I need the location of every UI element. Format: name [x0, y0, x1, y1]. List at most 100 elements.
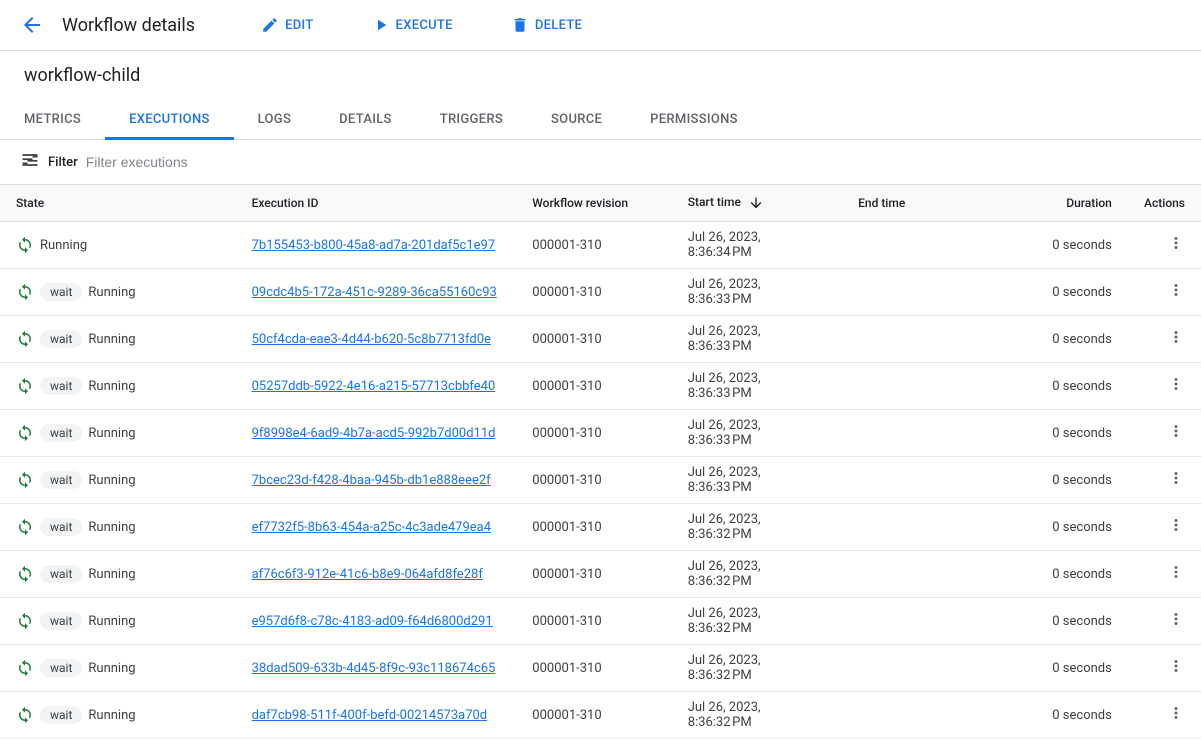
execution-link[interactable]: ef7732f5-8b63-454a-a25c-4c3ade479ea4	[252, 520, 491, 535]
revision-cell: 000001-310	[516, 551, 671, 598]
table-row: waitRunningaf76c6f3-912e-41c6-b8e9-064af…	[0, 551, 1201, 598]
running-icon	[16, 236, 34, 254]
back-button[interactable]	[20, 13, 44, 37]
start-time-cell: Jul 26, 2023, 8:36:33 PM	[672, 316, 842, 363]
revision-cell: 000001-310	[516, 457, 671, 504]
col-header-end[interactable]: End time	[842, 185, 997, 222]
state-text: Running	[88, 332, 135, 347]
running-icon	[16, 471, 34, 489]
duration-cell: 0 seconds	[998, 645, 1128, 692]
execution-link[interactable]: 05257ddb-5922-4e16-a215-57713cbbfe40	[252, 379, 496, 394]
revision-cell: 000001-310	[516, 598, 671, 645]
col-header-execution-id[interactable]: Execution ID	[236, 185, 517, 222]
execution-link[interactable]: 9f8998e4-6ad9-4b7a-acd5-992b7d00d11d	[252, 426, 496, 441]
revision-cell: 000001-310	[516, 222, 671, 269]
start-time-cell: Jul 26, 2023, 8:36:33 PM	[672, 363, 842, 410]
edit-button[interactable]: EDIT	[253, 12, 321, 38]
more-actions-button[interactable]	[1167, 610, 1185, 628]
duration-cell: 0 seconds	[998, 410, 1128, 457]
duration-cell: 0 seconds	[998, 269, 1128, 316]
start-time-cell: Jul 26, 2023, 8:36:33 PM	[672, 410, 842, 457]
running-icon	[16, 518, 34, 536]
end-time-cell	[842, 363, 997, 410]
more-actions-button[interactable]	[1167, 422, 1185, 440]
more-actions-button[interactable]	[1167, 516, 1185, 534]
state-text: Running	[88, 567, 135, 582]
more-actions-button[interactable]	[1167, 469, 1185, 487]
revision-cell: 000001-310	[516, 316, 671, 363]
revision-cell: 000001-310	[516, 504, 671, 551]
execution-link[interactable]: 7b155453-b800-45a8-ad7a-201daf5c1e97	[252, 238, 496, 253]
play-icon	[372, 16, 390, 34]
execute-label: EXECUTE	[396, 18, 453, 33]
tab-triggers[interactable]: TRIGGERS	[416, 100, 527, 139]
col-header-actions: Actions	[1128, 185, 1201, 222]
tab-details[interactable]: DETAILS	[315, 100, 416, 139]
execution-link[interactable]: 38dad509-633b-4d45-8f9c-93c118674c65	[252, 661, 496, 676]
table-row: waitRunning05257ddb-5922-4e16-a215-57713…	[0, 363, 1201, 410]
wait-chip: wait	[40, 706, 82, 724]
workflow-name: workflow-child	[0, 51, 1201, 100]
revision-cell: 000001-310	[516, 363, 671, 410]
col-header-revision[interactable]: Workflow revision	[516, 185, 671, 222]
end-time-cell	[842, 645, 997, 692]
delete-button[interactable]: DELETE	[503, 12, 590, 38]
page-title: Workflow details	[62, 15, 195, 36]
col-header-duration[interactable]: Duration	[998, 185, 1128, 222]
start-time-cell: Jul 26, 2023, 8:36:32 PM	[672, 598, 842, 645]
execution-link[interactable]: 09cdc4b5-172a-451c-9289-36ca55160c93	[252, 285, 497, 300]
execution-link[interactable]: 7bcec23d-f428-4baa-945b-db1e888eee2f	[252, 473, 491, 488]
wait-chip: wait	[40, 424, 82, 442]
running-icon	[16, 612, 34, 630]
execution-link[interactable]: e957d6f8-c78c-4183-ad09-f64d6800d291	[252, 614, 493, 629]
start-time-cell: Jul 26, 2023, 8:36:32 PM	[672, 551, 842, 598]
table-row: waitRunningef7732f5-8b63-454a-a25c-4c3ad…	[0, 504, 1201, 551]
more-actions-button[interactable]	[1167, 281, 1185, 299]
tab-executions[interactable]: EXECUTIONS	[105, 100, 234, 139]
filter-icon[interactable]	[20, 150, 40, 174]
tabs: METRICSEXECUTIONSLOGSDETAILSTRIGGERSSOUR…	[0, 100, 1201, 140]
duration-cell: 0 seconds	[998, 598, 1128, 645]
more-actions-button[interactable]	[1167, 563, 1185, 581]
state-text: Running	[88, 473, 135, 488]
col-header-start[interactable]: Start time	[672, 185, 842, 222]
execution-link[interactable]: 50cf4cda-eae3-4d44-b620-5c8b7713fd0e	[252, 332, 491, 347]
table-row: waitRunning50cf4cda-eae3-4d44-b620-5c8b7…	[0, 316, 1201, 363]
table-row: waitRunning9f8998e4-6ad9-4b7a-acd5-992b7…	[0, 410, 1201, 457]
running-icon	[16, 424, 34, 442]
state-text: Running	[88, 285, 135, 300]
state-text: Running	[88, 708, 135, 723]
more-actions-button[interactable]	[1167, 375, 1185, 393]
wait-chip: wait	[40, 377, 82, 395]
col-header-state[interactable]: State	[0, 185, 236, 222]
end-time-cell	[842, 269, 997, 316]
wait-chip: wait	[40, 283, 82, 301]
tab-metrics[interactable]: METRICS	[0, 100, 105, 139]
state-text: Running	[88, 661, 135, 676]
state-text: Running	[40, 238, 87, 253]
table-row: wait Running 09cdc4b5-172a-451c-9289-36ca5…	[0, 269, 1201, 316]
execution-link[interactable]: daf7cb98-511f-400f-befd-00214573a70d	[252, 708, 488, 723]
running-icon	[16, 565, 34, 583]
filter-label: Filter	[48, 155, 78, 170]
duration-cell: 0 seconds	[998, 457, 1128, 504]
more-actions-button[interactable]	[1167, 234, 1185, 252]
delete-icon	[511, 16, 529, 34]
execute-button[interactable]: EXECUTE	[364, 12, 461, 38]
running-icon	[16, 283, 34, 301]
filter-input[interactable]	[86, 154, 1181, 170]
tab-source[interactable]: SOURCE	[527, 100, 626, 139]
delete-label: DELETE	[535, 18, 582, 33]
more-actions-button[interactable]	[1167, 328, 1185, 346]
table-row: Running 7b155453-b800-45a8-ad7a-201daf5c1…	[0, 222, 1201, 269]
start-time-cell: Jul 26, 2023, 8:36:33 PM	[672, 269, 842, 316]
revision-cell: 000001-310	[516, 269, 671, 316]
more-actions-button[interactable]	[1167, 704, 1185, 722]
end-time-cell	[842, 598, 997, 645]
duration-cell: 0 seconds	[998, 363, 1128, 410]
more-actions-button[interactable]	[1167, 657, 1185, 675]
tab-logs[interactable]: LOGS	[234, 100, 316, 139]
execution-link[interactable]: af76c6f3-912e-41c6-b8e9-064afd8fe28f	[252, 567, 483, 582]
tab-permissions[interactable]: PERMISSIONS	[626, 100, 762, 139]
end-time-cell	[842, 504, 997, 551]
